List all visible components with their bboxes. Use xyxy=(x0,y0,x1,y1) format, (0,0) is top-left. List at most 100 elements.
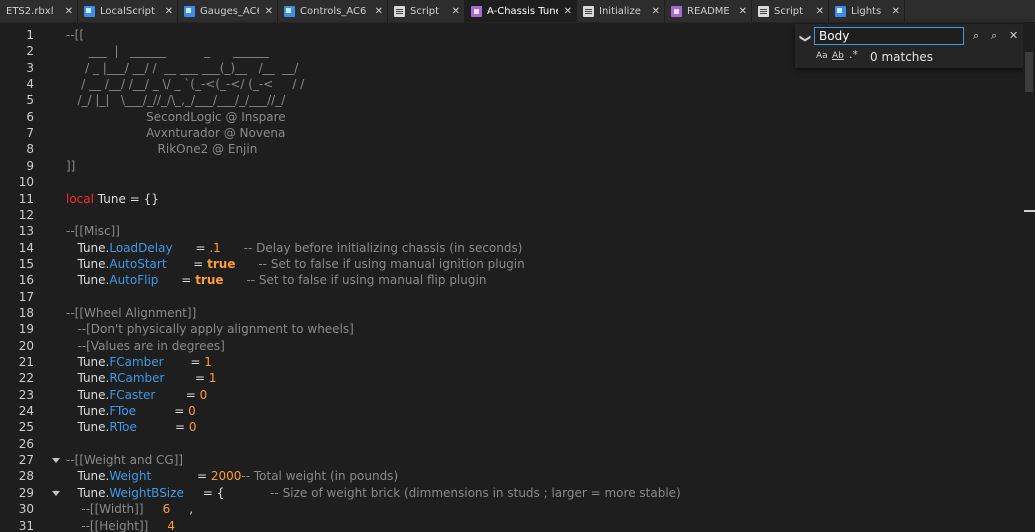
code-token: --[[Misc]] xyxy=(66,224,120,238)
tab-close-icon[interactable]: ✕ xyxy=(165,6,173,17)
code-line: Tune.WeightBSize = { -- Size of weight b… xyxy=(66,485,681,501)
code-token: FToe xyxy=(109,404,137,418)
code-token: --[[Weight and CG]] xyxy=(66,453,184,467)
code-token: Tune. xyxy=(66,469,110,483)
tab-5[interactable]: A-Chassis Tune ✕ xyxy=(465,0,577,22)
line-number: 30 xyxy=(18,502,34,516)
line-number: 31 xyxy=(18,519,34,532)
line-number: 14 xyxy=(18,241,34,255)
fold-arrow-icon[interactable] xyxy=(52,458,60,463)
localscript-icon xyxy=(835,5,846,17)
tab-label: Initialize xyxy=(599,5,641,17)
tab-1[interactable]: LocalScript ✕ xyxy=(78,0,178,22)
tab-close-icon[interactable]: ✕ xyxy=(65,6,73,17)
tab-label: ETS2.rbxl xyxy=(6,5,54,17)
localscript-icon xyxy=(84,5,95,17)
code-token: = xyxy=(136,420,189,434)
scrollbar-thumb[interactable] xyxy=(1025,52,1033,92)
code-token: = xyxy=(164,371,209,385)
match-case-icon[interactable]: Aa xyxy=(816,51,828,61)
code-token: RToe xyxy=(109,420,137,434)
line-number: 9 xyxy=(26,159,34,173)
tab-close-icon[interactable]: ✕ xyxy=(265,6,273,17)
code-token: -- Size of weight brick (dimmensions in … xyxy=(224,486,681,500)
code-token: LoadDelay xyxy=(109,241,173,255)
code-token: 2000 xyxy=(210,469,242,483)
code-token: /_/ |_| \___/_//_/\_,_/___/___/_/___//_/ xyxy=(66,93,286,107)
line-number: 8 xyxy=(26,142,34,156)
script-icon xyxy=(394,5,405,17)
code-token: 1 xyxy=(208,371,217,385)
code-token: true xyxy=(207,257,236,271)
tab-2[interactable]: Gauges_AC6 ✕ xyxy=(178,0,278,22)
code-token: RikOne2 @ Enjin xyxy=(66,142,258,156)
tab-7[interactable]: README ✕ xyxy=(665,0,752,22)
code-line: Tune.FToe = 0 xyxy=(66,403,195,419)
code-line: Tune.FCaster = 0 xyxy=(66,387,207,403)
vertical-scrollbar[interactable] xyxy=(1023,22,1035,532)
modulescript-icon xyxy=(471,5,482,17)
code-token: = { xyxy=(183,486,225,500)
cursor-position-marker xyxy=(1024,210,1035,212)
line-number: 20 xyxy=(18,339,34,353)
regex-icon[interactable]: .* xyxy=(849,48,858,61)
code-token: = xyxy=(155,388,200,402)
line-number: 10 xyxy=(18,175,34,189)
tab-3[interactable]: Controls_AC6 ✕ xyxy=(278,0,388,22)
line-number: 19 xyxy=(18,322,34,336)
tab-close-icon[interactable]: ✕ xyxy=(564,6,572,17)
tab-close-icon[interactable]: ✕ xyxy=(816,6,824,17)
code-token: -- Total weight (in pounds) xyxy=(241,469,399,483)
tab-6[interactable]: Initialize ✕ xyxy=(577,0,665,22)
code-line: SecondLogic @ Inspare xyxy=(66,109,286,125)
line-number: 22 xyxy=(18,371,34,385)
tab-close-icon[interactable]: ✕ xyxy=(892,6,900,17)
code-line: Avxnturador @ Novena xyxy=(66,125,285,141)
code-line: Tune.AutoStart = true -- Set to false if… xyxy=(66,256,524,272)
code-token: / __ /__/ /__/ _ \/ _ `(_-<(_-</ (_-< / … xyxy=(66,77,305,91)
script-icon xyxy=(583,5,594,17)
line-number: 23 xyxy=(18,388,34,402)
whole-word-icon[interactable]: Ab xyxy=(832,51,844,61)
find-previous-icon[interactable]: ⌕ xyxy=(973,29,979,43)
code-token: FCamber xyxy=(109,355,164,369)
find-input[interactable] xyxy=(814,27,964,45)
code-token: = xyxy=(172,241,210,255)
tab-close-icon[interactable]: ✕ xyxy=(652,6,660,17)
line-number: 12 xyxy=(18,208,34,222)
code-token: SecondLogic @ Inspare xyxy=(66,110,286,124)
close-icon[interactable]: ✕ xyxy=(1009,29,1018,42)
code-token: .1 xyxy=(209,241,221,255)
line-number: 17 xyxy=(18,290,34,304)
line-number: 5 xyxy=(26,93,34,107)
tab-8[interactable]: Script ✕ xyxy=(752,0,829,22)
line-number: 3 xyxy=(26,61,34,75)
tab-4[interactable]: Script ✕ xyxy=(388,0,465,22)
line-number: 24 xyxy=(18,404,34,418)
script-icon xyxy=(758,5,769,17)
tab-9[interactable]: Lights ✕ xyxy=(829,0,905,22)
line-number: 16 xyxy=(18,273,34,287)
tab-close-icon[interactable]: ✕ xyxy=(375,6,383,17)
code-line: --[Don't physically apply alignment to w… xyxy=(66,321,354,337)
find-next-icon[interactable]: ⌕ xyxy=(991,29,997,43)
code-token: Tune. xyxy=(66,420,110,434)
code-token: = xyxy=(163,355,205,369)
tab-close-icon[interactable]: ✕ xyxy=(452,6,460,17)
code-token: = xyxy=(166,257,208,271)
line-number: 2 xyxy=(26,44,34,58)
line-number: 1 xyxy=(26,28,34,42)
tab-0[interactable]: ETS2.rbxl ✕ xyxy=(0,0,78,22)
line-number: 11 xyxy=(18,192,34,206)
tab-close-icon[interactable]: ✕ xyxy=(739,6,747,17)
code-token: 1 xyxy=(204,355,212,369)
code-token: 4 xyxy=(148,519,176,532)
code-token: Tune. xyxy=(66,257,110,271)
code-line: Tune.FCamber = 1 xyxy=(66,354,212,370)
code-token: --[Don't physically apply alignment to w… xyxy=(66,322,354,336)
toggle-replace-icon[interactable]: ❯ xyxy=(799,34,812,43)
fold-arrow-icon[interactable] xyxy=(52,491,60,496)
code-token: Tune. xyxy=(66,273,110,287)
line-number: 15 xyxy=(18,257,34,271)
localscript-icon xyxy=(184,5,195,17)
